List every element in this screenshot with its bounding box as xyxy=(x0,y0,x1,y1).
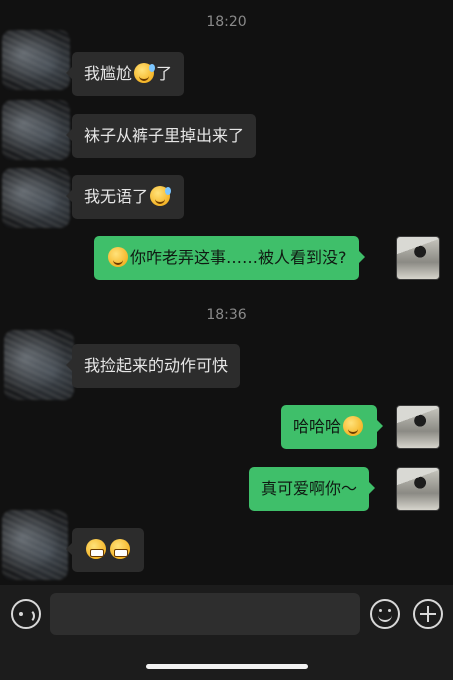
message-row: 真可爱啊你～ xyxy=(0,467,453,511)
my-avatar[interactable] xyxy=(396,236,440,280)
message-text: 我尴尬 xyxy=(84,64,133,83)
message-text: 我无语了 xyxy=(84,187,149,206)
incoming-message[interactable]: 我捡起来的动作可快 xyxy=(65,344,241,388)
grinning-sweat-emoji-icon xyxy=(134,63,156,83)
message-row: 我捡起来的动作可快 xyxy=(0,344,453,388)
timestamp: 18:20 xyxy=(206,14,247,30)
outgoing-message[interactable]: 你咋老弄这事……被人看到没? xyxy=(94,236,364,280)
message-text: 真可爱啊你～ xyxy=(261,479,358,498)
outgoing-message[interactable]: 哈哈哈 xyxy=(281,405,384,449)
home-indicator[interactable] xyxy=(146,664,308,669)
grimacing-emoji-icon xyxy=(86,539,106,559)
incoming-message[interactable]: 我尴尬 了 xyxy=(65,52,185,96)
incoming-message[interactable]: 我无语了 xyxy=(65,175,185,219)
plus-icon[interactable] xyxy=(413,599,443,629)
chat-area: 18:20 我尴尬 了 袜子从裤子里掉出来了 我无语了 你咋老弄这事……被人看到没… xyxy=(0,0,453,585)
message-row: 我尴尬 了 xyxy=(0,52,453,96)
voice-icon[interactable] xyxy=(11,599,41,629)
my-avatar[interactable] xyxy=(396,467,440,511)
message-text: 袜子从裤子里掉出来了 xyxy=(84,126,245,145)
message-row: 你咋老弄这事……被人看到没? xyxy=(0,236,453,280)
message-text: 你咋老弄这事……被人看到没? xyxy=(130,248,347,267)
message-text: 我捡起来的动作可快 xyxy=(84,356,229,375)
incoming-message[interactable] xyxy=(66,528,144,572)
emoji-icon[interactable] xyxy=(370,599,400,629)
message-row: 哈哈哈 xyxy=(0,405,453,449)
message-text: 哈哈哈 xyxy=(293,417,342,436)
outgoing-message[interactable]: 真可爱啊你～ xyxy=(249,467,376,511)
incoming-message[interactable]: 袜子从裤子里掉出来了 xyxy=(65,114,257,158)
message-row: 袜子从裤子里掉出来了 xyxy=(0,114,453,158)
message-row xyxy=(0,528,453,572)
message-row: 我无语了 xyxy=(0,175,453,219)
my-avatar[interactable] xyxy=(396,405,440,449)
grimacing-emoji-icon xyxy=(110,539,130,559)
smiling-eyes-emoji-icon xyxy=(343,416,364,436)
thinking-face-emoji-icon xyxy=(108,247,128,267)
input-bar xyxy=(0,585,453,680)
downcast-sweat-emoji-icon xyxy=(150,186,172,206)
message-text-suffix: 了 xyxy=(156,64,173,83)
timestamp: 18:36 xyxy=(206,307,247,323)
message-input[interactable] xyxy=(50,593,360,635)
